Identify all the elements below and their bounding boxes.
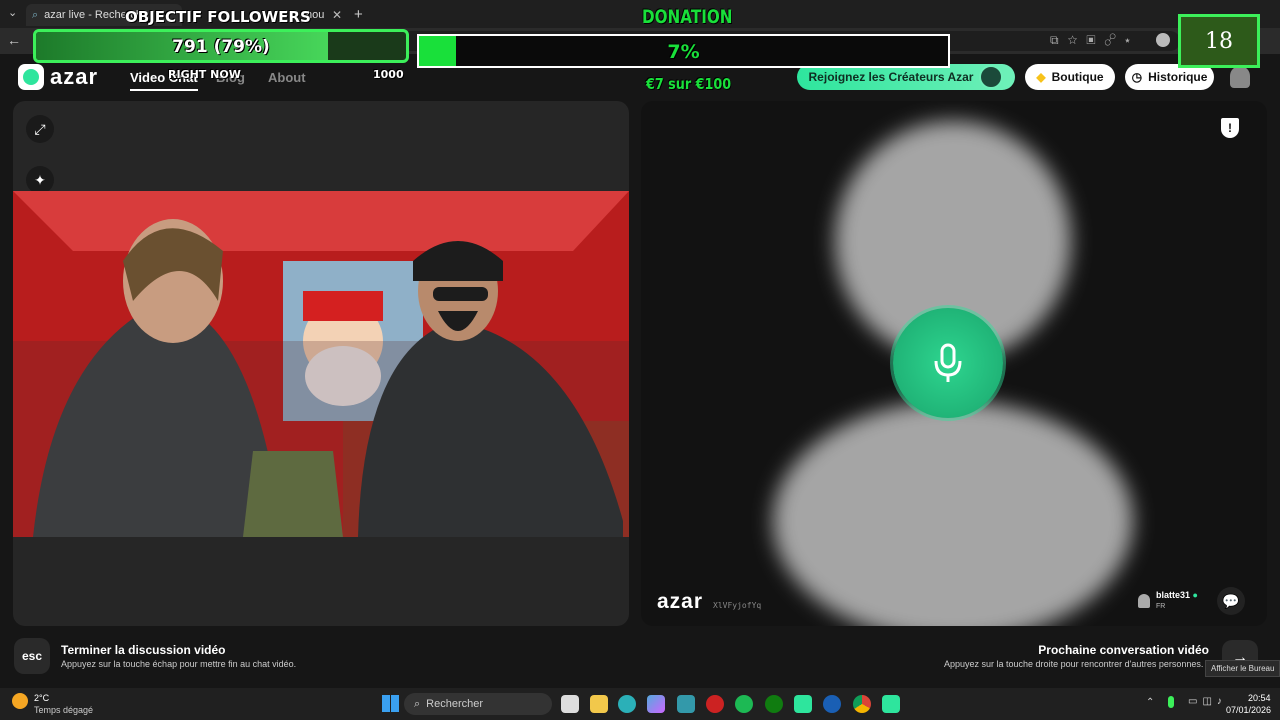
mic-tray-icon[interactable] xyxy=(1168,696,1174,708)
azar-logo-text: azar xyxy=(50,64,99,89)
esc-key[interactable]: esc xyxy=(14,638,50,674)
creator-badge-icon xyxy=(979,65,1004,89)
microphone-glyph xyxy=(934,343,962,382)
weather-desc: Temps dégagé xyxy=(34,705,94,715)
profile-icon[interactable] xyxy=(1156,33,1170,47)
azar-logo-icon xyxy=(18,64,44,90)
next-chat-title: Prochaine conversation vidéo xyxy=(1038,643,1209,657)
partner-name: blatte31 ● xyxy=(1156,590,1198,600)
close-tab-icon[interactable]: ✕ xyxy=(332,8,342,22)
chrome-icon[interactable] xyxy=(853,695,871,713)
followers-goal-title: OBJECTIF FOLLOWERS xyxy=(125,8,311,26)
diamond-icon: ◆ xyxy=(1036,70,1046,84)
donation-percent: 7% xyxy=(667,41,700,63)
xbox-icon[interactable] xyxy=(765,695,783,713)
app-icon-red[interactable] xyxy=(706,695,724,713)
partner-text: blatte31 ● FR xyxy=(1156,590,1198,612)
counter-box: 18 xyxy=(1178,14,1260,68)
azar-app-icon[interactable] xyxy=(794,695,812,713)
watermark-logo: azar xyxy=(657,590,704,613)
local-video-feed xyxy=(13,191,629,537)
followers-goal-bar: 791 (79%) xyxy=(33,29,409,63)
search-icon: ⌕ xyxy=(32,8,39,21)
verified-icon: ● xyxy=(1192,590,1198,600)
copilot-icon[interactable] xyxy=(647,695,665,713)
end-chat-subtitle: Appuyez sur la touche échap pour mettre … xyxy=(61,659,297,669)
next-chat-subtitle: Appuyez sur la touche droite pour rencon… xyxy=(944,659,1204,669)
donation-bar: 7% xyxy=(417,34,950,68)
partner-info[interactable]: blatte31 ● FR xyxy=(1138,590,1198,612)
weather-temp: 2°C xyxy=(34,693,50,703)
edge-browser-icon[interactable] xyxy=(618,695,636,713)
taskbar-search[interactable]: ⌕ Rechercher xyxy=(404,693,552,715)
partner-avatar-icon xyxy=(1138,594,1150,608)
tray-chevron-icon[interactable]: ⌃ xyxy=(1146,697,1154,708)
back-icon[interactable]: ← xyxy=(7,32,21,48)
tab-list-chevron-icon[interactable]: ⌄ xyxy=(8,6,17,19)
sparkle-effects-icon[interactable]: ✦ xyxy=(26,166,54,194)
network-volume-tray-icons[interactable]: ▭◫♪ xyxy=(1188,696,1227,707)
user-avatar-icon[interactable] xyxy=(1230,66,1250,88)
report-shield-icon[interactable]: ! xyxy=(1221,118,1239,138)
followers-goal-value: 791 (79%) xyxy=(172,37,270,57)
end-chat-title: Terminer la discussion vidéo xyxy=(61,643,226,657)
store-icon[interactable] xyxy=(677,695,695,713)
file-explorer-icon[interactable] xyxy=(590,695,608,713)
watermark-id: XlVFyjofYq xyxy=(713,601,762,610)
azar-logo[interactable]: azar xyxy=(18,64,98,90)
donation-title: DONATION xyxy=(642,6,733,28)
show-desktop-tooltip: Afficher le Bureau xyxy=(1205,660,1280,677)
chat-bubble-icon[interactable]: 💬 xyxy=(1217,587,1245,615)
right-now-label: RIGHT NOW xyxy=(168,68,241,81)
partner-country: FR xyxy=(1156,603,1166,610)
clock-date[interactable]: 07/01/2026 xyxy=(1226,705,1271,715)
clock-icon: ◷ xyxy=(1131,70,1143,84)
remote-watermark: azar XlVFyjofYq xyxy=(657,590,761,614)
search-icon: ⌕ xyxy=(414,697,421,710)
app-icon-green[interactable] xyxy=(882,695,900,713)
weather-icon xyxy=(12,693,28,709)
right-now-count: 1000 xyxy=(373,68,404,81)
shop-label: Boutique xyxy=(1051,70,1104,84)
windows-start-icon[interactable] xyxy=(382,695,399,712)
expand-icon[interactable]: ⤢ xyxy=(26,115,54,143)
video-scene xyxy=(13,191,629,537)
nav-about[interactable]: About xyxy=(268,70,306,85)
donation-amount: €7 sur €100 xyxy=(646,75,732,93)
taskbar-search-label: Rechercher xyxy=(426,698,484,710)
ccleaner-icon[interactable] xyxy=(823,695,841,713)
task-view-icon[interactable] xyxy=(561,695,579,713)
history-label: Historique xyxy=(1148,70,1208,84)
toolbar-icons[interactable]: ⧉☆▣☍⭑ xyxy=(1050,33,1139,48)
new-tab-icon[interactable]: + xyxy=(354,6,363,23)
windows-taskbar xyxy=(0,688,1280,720)
shop-button[interactable]: ◆ Boutique xyxy=(1025,64,1115,90)
microphone-icon xyxy=(893,308,1003,418)
join-creators-label: Rejoignez les Créateurs Azar xyxy=(808,70,974,84)
clock-time[interactable]: 20:54 xyxy=(1248,693,1271,703)
spotify-icon[interactable] xyxy=(735,695,753,713)
